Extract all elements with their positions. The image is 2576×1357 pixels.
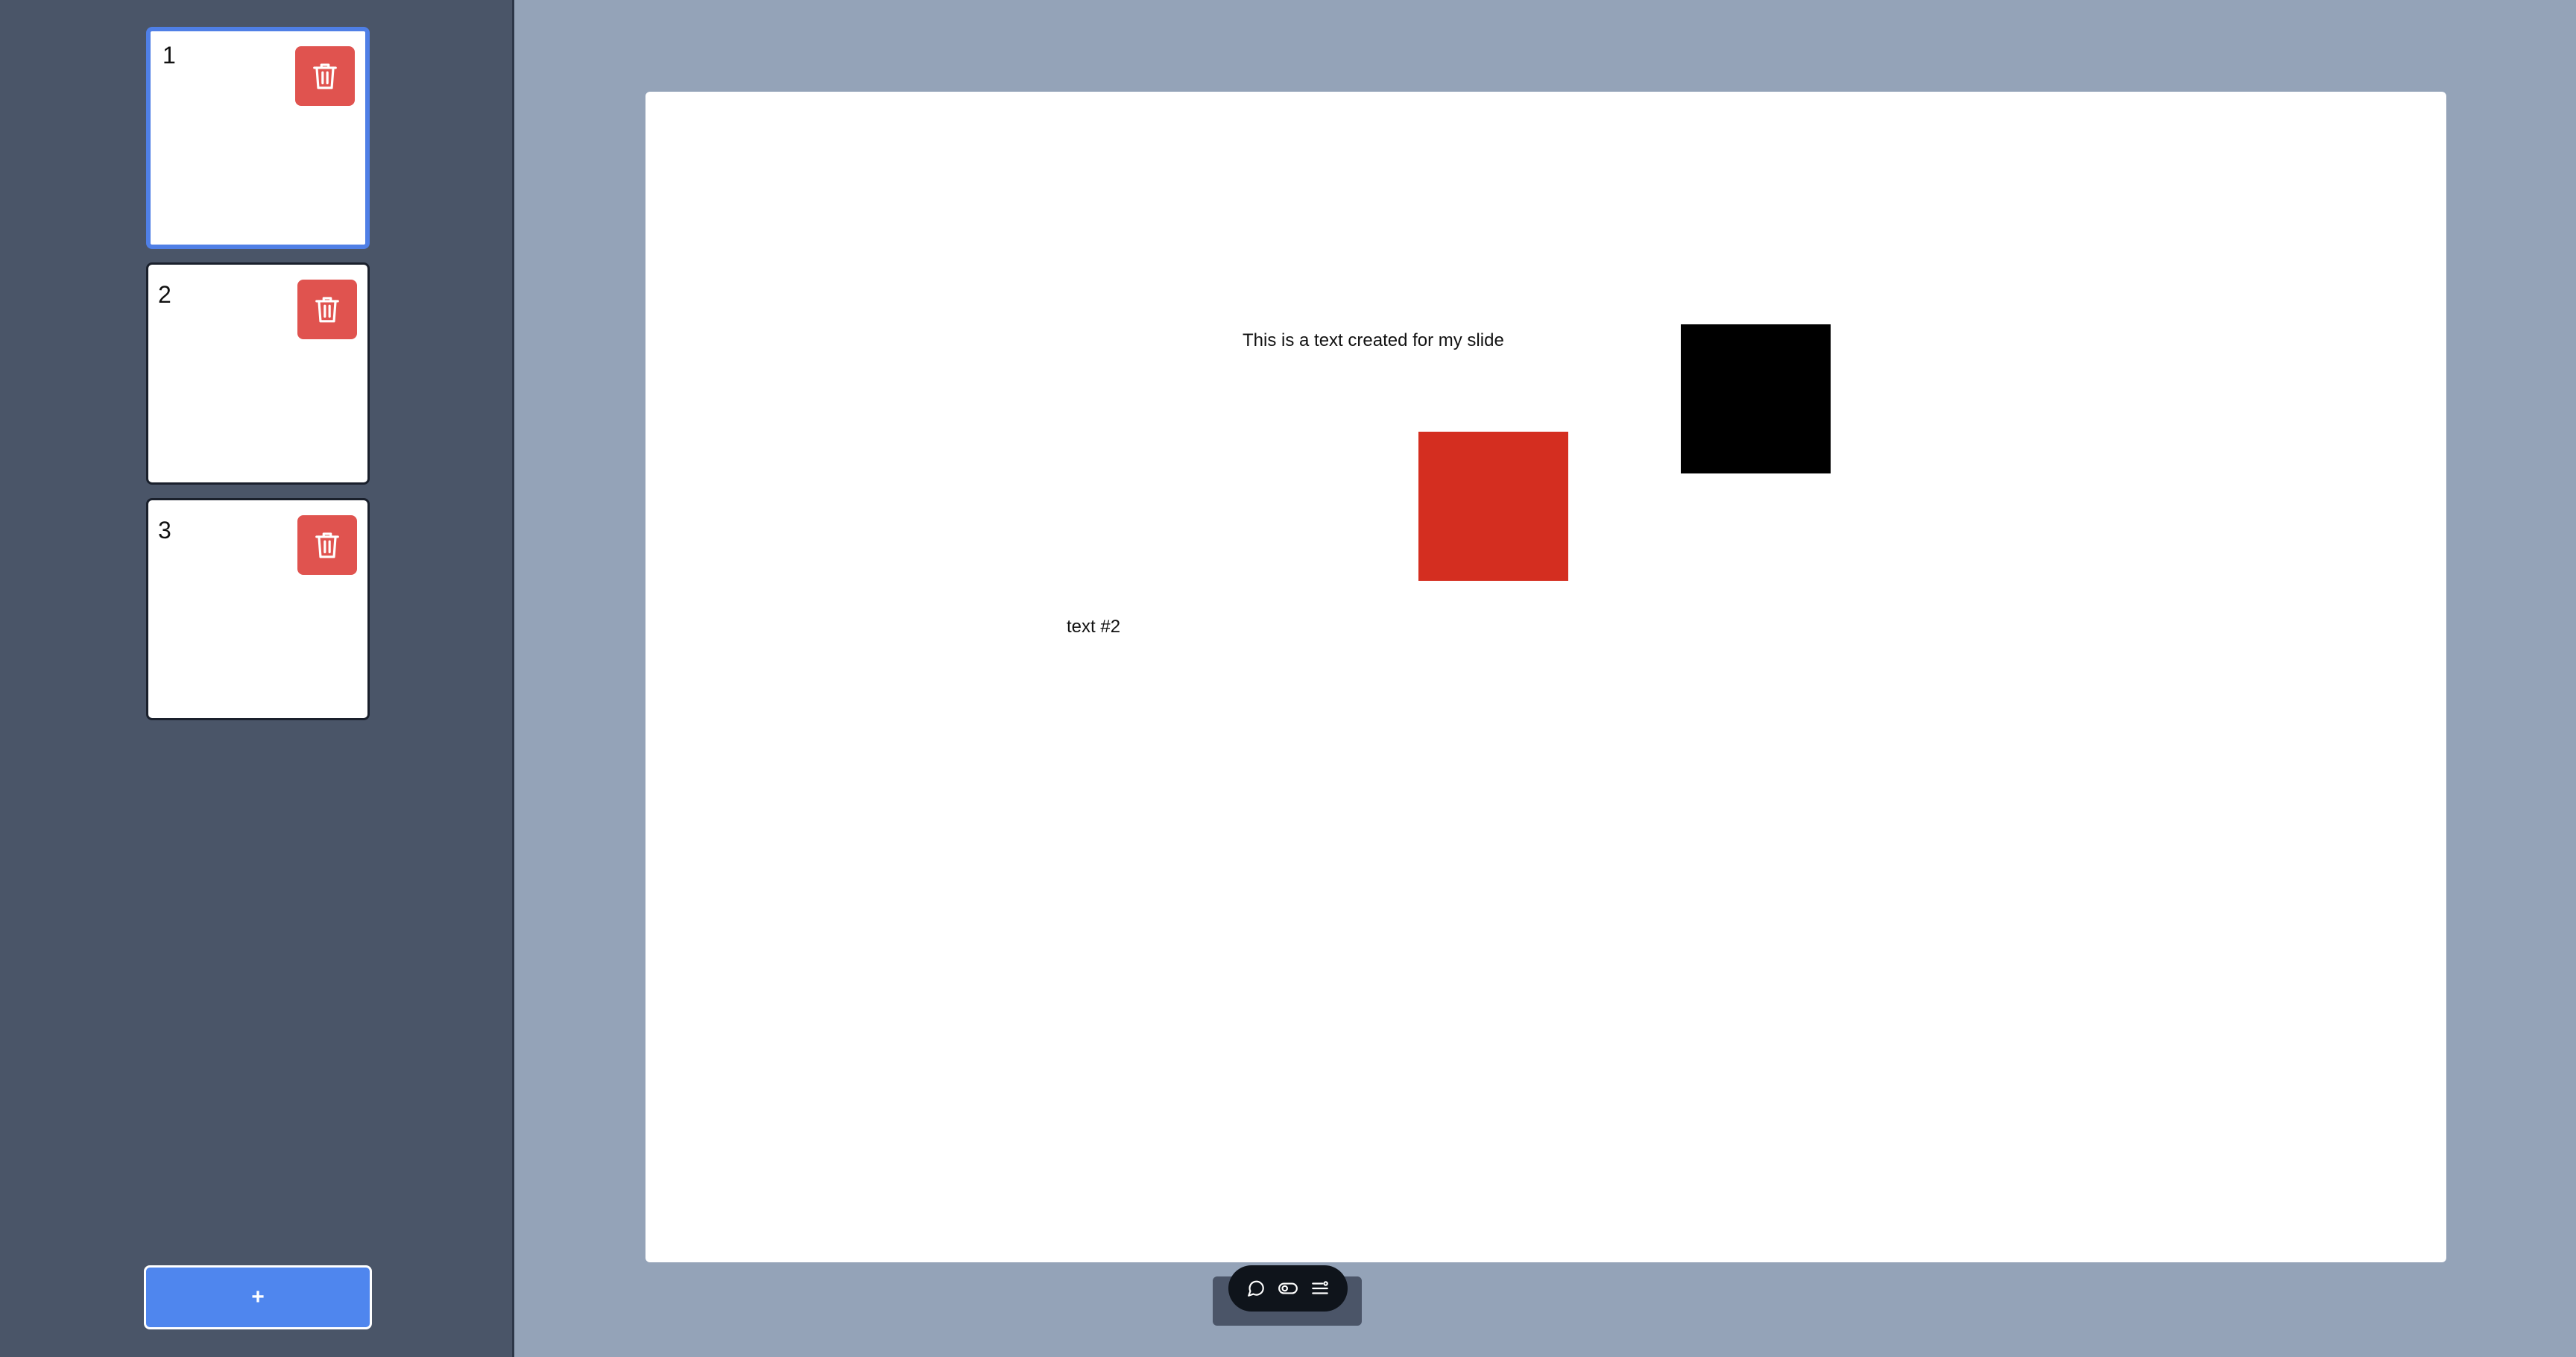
slide-editor-app: 1 2 3 + This is a text created for my sl… [0,0,2576,1357]
slide-thumbnail-2[interactable]: 2 [146,262,370,485]
comment-icon[interactable] [1244,1276,1268,1300]
trash-icon [313,63,337,89]
slide-thumbnail-3[interactable]: 3 [146,498,370,720]
slide-canvas[interactable]: This is a text created for my slide text… [645,92,2446,1262]
trash-icon [315,297,339,323]
black-square-shape[interactable] [1681,324,1831,473]
toggle-icon[interactable] [1276,1276,1300,1300]
list-settings-icon[interactable] [1308,1276,1332,1300]
slides-sidebar: 1 2 3 + [0,0,514,1357]
red-square-shape[interactable] [1418,432,1568,581]
delete-slide-button[interactable] [297,515,357,575]
slide-number: 1 [162,42,176,69]
floating-toolbar [1228,1265,1348,1312]
slide-number: 2 [158,281,171,308]
trash-icon [315,532,339,558]
delete-slide-button[interactable] [297,280,357,339]
add-slide-button[interactable]: + [144,1265,372,1329]
slide-text-box[interactable]: This is a text created for my slide [1243,330,1504,351]
slide-thumbnail-1[interactable]: 1 [146,27,370,249]
slide-number: 3 [158,517,171,544]
slide-text-box[interactable]: text #2 [1067,617,1120,637]
delete-slide-button[interactable] [295,46,355,106]
